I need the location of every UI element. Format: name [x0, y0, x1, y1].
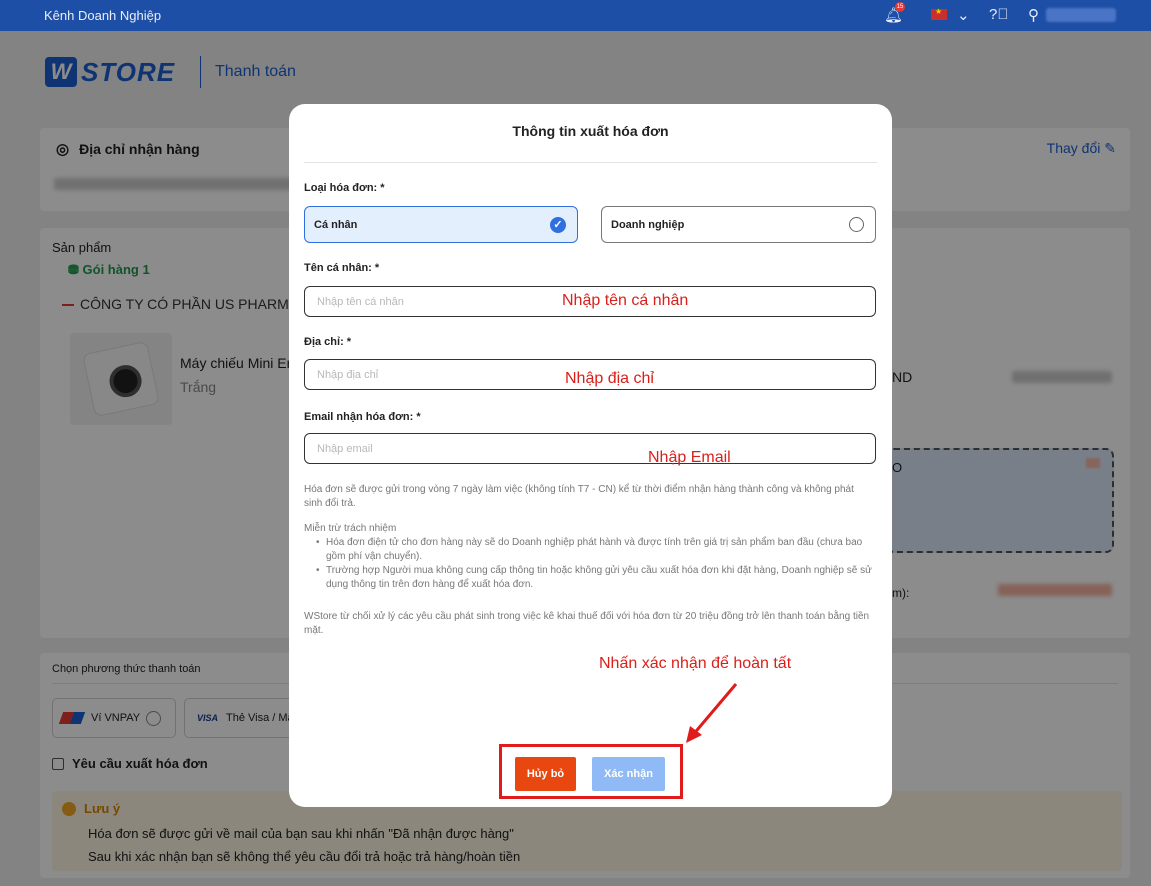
annotation-address: Nhập địa chỉ [565, 370, 654, 387]
business-label: Doanh nghiệp [611, 218, 685, 231]
username-blurred[interactable] [1046, 8, 1116, 22]
disclaimer-item: Hóa đơn điện tử cho đơn hàng này sẽ do D… [316, 536, 876, 564]
modal-title: Thông tin xuất hóa đơn [512, 123, 669, 139]
delivery-note: Hóa đơn sẽ được gửi trong vòng 7 ngày là… [304, 484, 854, 509]
check-circle-icon: ✓ [550, 217, 566, 233]
notification-badge: 15 [895, 2, 905, 12]
vietnam-flag-icon[interactable] [931, 7, 947, 20]
invoice-modal: Thông tin xuất hóa đơn Loại hóa đơn: * C… [289, 104, 892, 807]
invoice-type-label: Loại hóa đơn: * [304, 182, 385, 194]
modal-divider [304, 162, 877, 163]
disclaimer-title: Miễn trừ trách nhiệm [304, 523, 397, 534]
channel-name[interactable]: Kênh Doanh Nghiệp [44, 8, 161, 23]
invoice-type-personal[interactable]: Cá nhân ✓ [304, 206, 578, 243]
disclaimer-list: Hóa đơn điện tử cho đơn hàng này sẽ do D… [316, 536, 876, 592]
email-input[interactable] [304, 433, 876, 464]
help-icon[interactable]: ?⃝ [989, 6, 1009, 23]
tax-note: WStore từ chối xử lý các yêu cầu phát si… [304, 611, 870, 636]
chevron-down-icon[interactable]: ⌄ [957, 6, 970, 24]
radio-icon [849, 217, 864, 232]
email-label: Email nhận hóa đơn: * [304, 411, 421, 423]
disclaimer-item: Trường hợp Người mua không cung cấp thôn… [316, 564, 876, 592]
address-label: Địa chỉ: * [304, 336, 352, 348]
annotation-name: Nhập tên cá nhân [562, 292, 689, 309]
personal-label: Cá nhân [314, 218, 358, 231]
annotation-email: Nhập Email [648, 449, 731, 466]
annotation-arrow-icon [686, 683, 738, 743]
top-bar: Kênh Doanh Nghiệp 🔔︎ 15 ⌄ ?⃝ ⚲ [0, 0, 1151, 31]
user-icon[interactable]: ⚲ [1028, 6, 1039, 24]
name-label: Tên cá nhân: * [304, 262, 380, 274]
annotation-highlight-box [499, 744, 683, 799]
annotation-confirm-hint: Nhấn xác nhận để hoàn tất [599, 655, 792, 672]
invoice-type-business[interactable]: Doanh nghiệp [601, 206, 876, 243]
